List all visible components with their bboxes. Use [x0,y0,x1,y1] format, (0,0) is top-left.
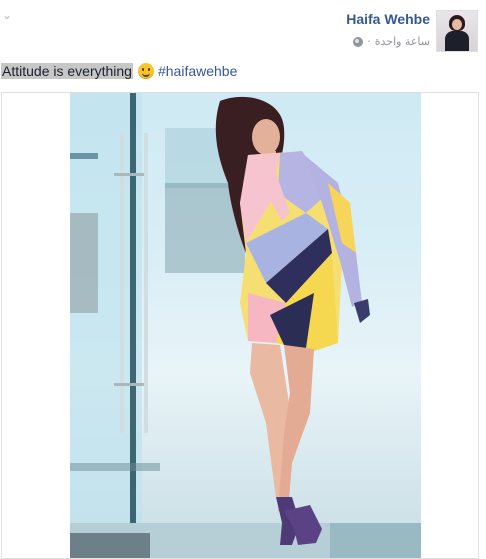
post-photo[interactable] [70,93,421,558]
meta-separator: · [367,35,371,48]
post-meta: · ساعة واحدة [353,35,430,48]
globe-icon[interactable] [353,36,364,47]
post-timestamp[interactable]: ساعة واحدة [375,35,430,48]
post-photo-frame [1,92,479,559]
photo-illustration [70,93,421,558]
highlighted-text: Attitude is everything [1,63,133,79]
hashtag-link[interactable]: #haifawehbe [158,63,237,79]
smiley-emoji-icon [137,63,154,79]
author-name-link[interactable]: Haifa Wehbe [346,11,430,27]
avatar[interactable] [436,10,478,52]
post-text: Attitude is everything #haifawehbe [1,63,237,79]
chevron-down-icon[interactable]: ⌄ [2,9,14,21]
